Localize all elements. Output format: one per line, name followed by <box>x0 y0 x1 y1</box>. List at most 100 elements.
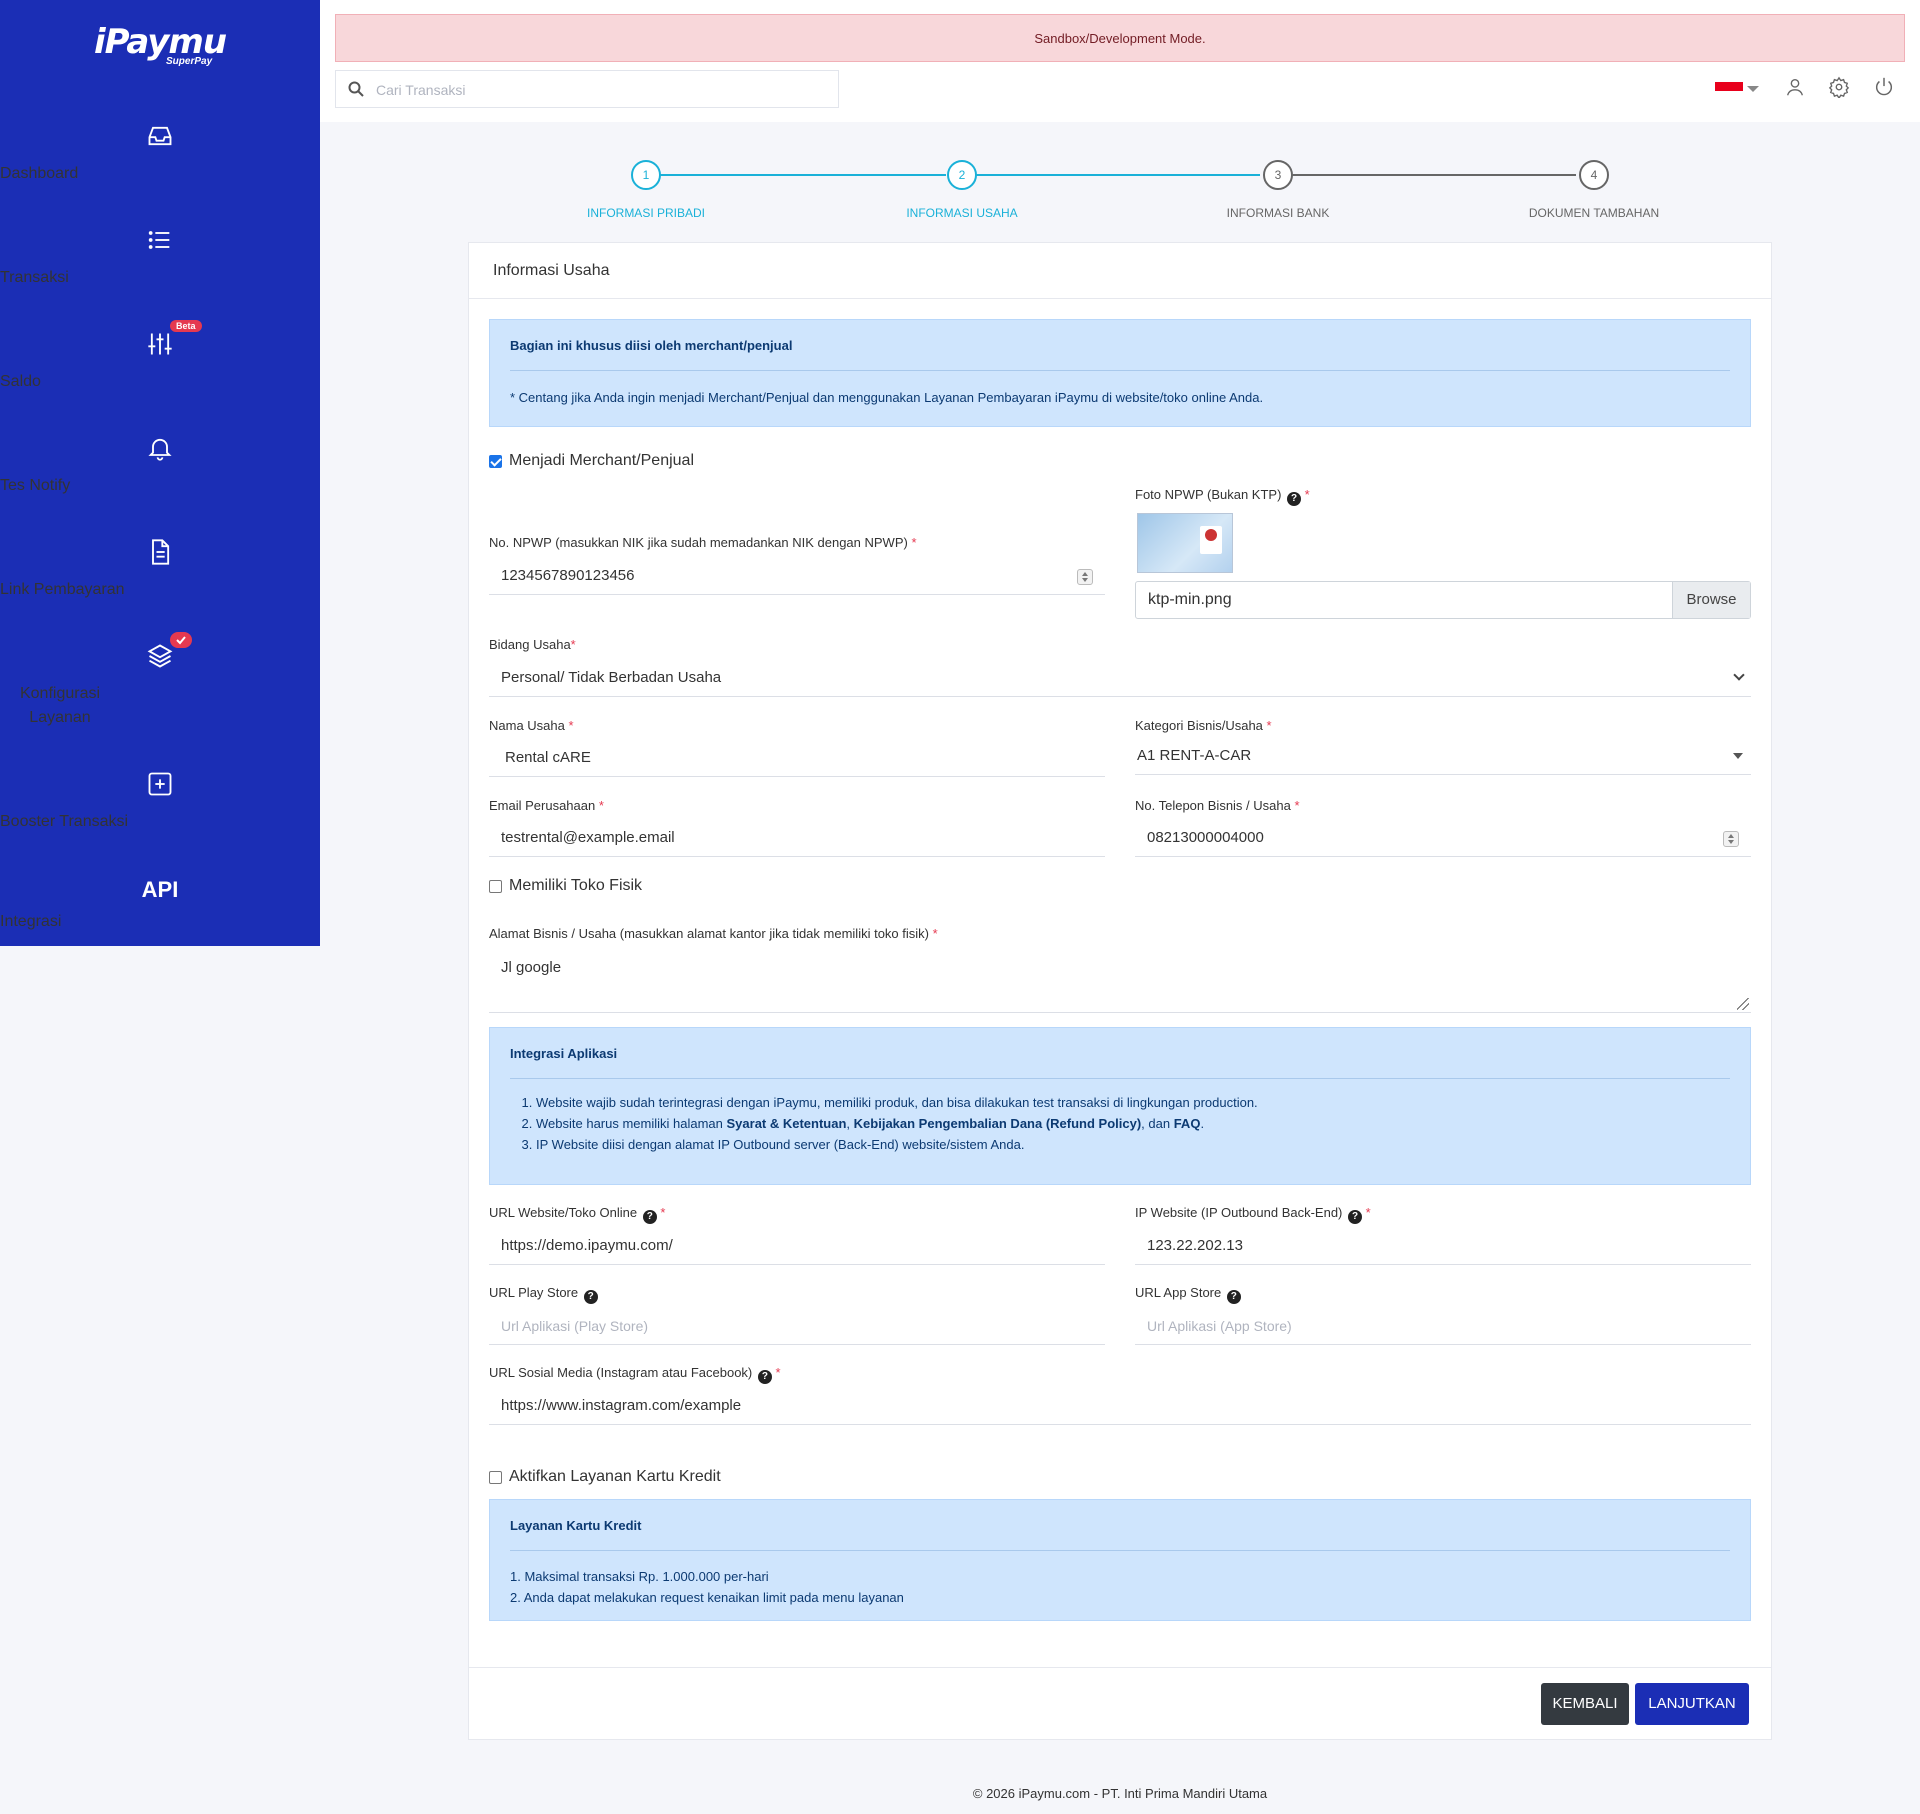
merchant-checkbox-label[interactable]: Menjadi Merchant/Penjual <box>509 452 694 470</box>
back-button[interactable]: KEMBALI <box>1541 1683 1629 1725</box>
sidebar-item-label: Tes Notify <box>0 477 71 494</box>
url-website-input[interactable]: https://demo.ipaymu.com/ <box>489 1227 1105 1265</box>
url-play-label-text: URL Play Store <box>489 1285 579 1300</box>
url-app-label-text: URL App Store <box>1135 1285 1222 1300</box>
alamat-value: Jl google <box>501 959 562 976</box>
foto-npwp-label-text: Foto NPWP (Bukan KTP) <box>1135 487 1282 502</box>
power-icon[interactable] <box>1873 76 1895 98</box>
kategori-value: A1 RENT-A-CAR <box>1137 747 1252 764</box>
list-item: Website wajib sudah terintegrasi dengan … <box>536 1092 1258 1113</box>
required-marker: * <box>660 1205 666 1220</box>
toko-fisik-checkbox[interactable] <box>489 880 502 893</box>
nama-usaha-label: Nama Usaha * <box>489 718 574 733</box>
foto-npwp-label: Foto NPWP (Bukan KTP) ? * <box>1135 487 1310 506</box>
sidebar-item-tes-notify[interactable]: Tes Notify <box>0 434 320 494</box>
toko-fisik-label[interactable]: Memiliki Toko Fisik <box>509 877 642 895</box>
url-play-label: URL Play Store ? <box>489 1285 598 1304</box>
search-box[interactable] <box>335 70 839 108</box>
url-sosmed-label: URL Sosial Media (Instagram atau Faceboo… <box>489 1365 781 1384</box>
bell-icon <box>148 438 172 461</box>
list-text: , dan <box>1141 1116 1174 1131</box>
language-dropdown-caret-icon[interactable] <box>1747 86 1759 92</box>
help-icon[interactable]: ? <box>1287 492 1302 506</box>
ip-website-value: 123.22.202.13 <box>1147 1237 1243 1254</box>
required-marker: * <box>1304 487 1310 502</box>
search-input[interactable] <box>376 79 816 101</box>
email-input[interactable]: testrental@example.email <box>489 819 1105 857</box>
terms-text: Syarat & Ketentuan <box>726 1116 847 1131</box>
email-label-text: Email Perusahaan <box>489 798 596 813</box>
number-spinner-icon[interactable] <box>1077 569 1093 585</box>
brand-logo[interactable]: iPaymu SuperPay <box>0 22 320 67</box>
npwp-label-text: No. NPWP (masukkan NIK jika sudah memada… <box>489 535 908 550</box>
help-icon[interactable]: ? <box>642 1210 657 1224</box>
alamat-label: Alamat Bisnis / Usaha (masukkan alamat k… <box>489 926 938 941</box>
sidebar-item-dashboard[interactable]: Dashboard <box>0 122 320 182</box>
sidebar-item-link-pembayaran[interactable]: Link Pembayaran <box>0 538 320 598</box>
kartu-kredit-label[interactable]: Aktifkan Layanan Kartu Kredit <box>509 1468 721 1486</box>
sidebar-item-label: Saldo <box>0 373 41 390</box>
photo-frame <box>1200 526 1222 554</box>
step-3: 3 INFORMASI BANK <box>1178 160 1378 220</box>
alamat-label-text: Alamat Bisnis / Usaha (masukkan alamat k… <box>489 926 929 941</box>
kategori-select[interactable]: A1 RENT-A-CAR <box>1135 737 1751 775</box>
sidebar-item-saldo[interactable]: Beta Saldo <box>0 320 320 390</box>
sidebar: iPaymu SuperPay Dashboard Transaksi Beta… <box>0 0 320 946</box>
sidebar-item-label: Booster Transaksi <box>0 813 129 830</box>
alert-title: Integrasi Aplikasi <box>510 1046 618 1061</box>
caret-down-icon <box>1733 753 1743 759</box>
npwp-input[interactable]: 1234567890123456 <box>489 557 1105 595</box>
beta-badge: Beta <box>170 320 202 332</box>
browse-button[interactable]: Browse <box>1672 582 1750 618</box>
next-button[interactable]: LANJUTKAN <box>1635 1683 1749 1725</box>
sidebar-item-label: Link Pembayaran <box>0 581 125 598</box>
step-label: INFORMASI PRIBADI <box>586 206 705 220</box>
card-title: Informasi Usaha <box>469 243 1771 299</box>
alert-divider <box>510 370 1730 371</box>
kredit-info-alert: Layanan Kartu Kredit 1. Maksimal transak… <box>489 1499 1751 1621</box>
sidebar-item-konfigurasi-layanan[interactable]: Konfigurasi Layanan <box>0 632 320 726</box>
ip-website-input[interactable]: 123.22.202.13 <box>1135 1227 1751 1265</box>
telepon-input[interactable]: 08213000004000 <box>1135 819 1751 857</box>
url-sosmed-input[interactable]: https://www.instagram.com/example <box>489 1387 1751 1425</box>
page-footer: © 2026 iPaymu.com - PT. Inti Prima Mandi… <box>972 1786 1268 1801</box>
help-icon[interactable]: ? <box>583 1290 598 1304</box>
gear-icon[interactable] <box>1828 76 1850 98</box>
number-spinner-icon[interactable] <box>1723 831 1739 847</box>
kartu-kredit-checkbox[interactable] <box>489 1471 502 1484</box>
sidebar-item-integrasi[interactable]: API Integrasi <box>0 876 320 930</box>
chevron-down-icon <box>1733 669 1745 681</box>
list-text: , <box>846 1116 854 1131</box>
kredit-list: 1. Maksimal transaksi Rp. 1.000.000 per-… <box>510 1566 904 1608</box>
url-app-placeholder: Url Aplikasi (App Store) <box>1147 1318 1292 1334</box>
alert-title: Bagian ini khusus diisi oleh merchant/pe… <box>510 338 793 353</box>
sidebar-item-booster-transaksi[interactable]: Booster Transaksi <box>0 770 320 830</box>
nama-usaha-input[interactable]: Rental cARE <box>489 739 1105 777</box>
required-marker: * <box>568 718 574 733</box>
alamat-textarea[interactable]: Jl google <box>489 947 1751 1013</box>
alert-divider <box>510 1550 1730 1551</box>
kategori-label-text: Kategori Bisnis/Usaha <box>1135 718 1263 733</box>
help-icon[interactable]: ? <box>1348 1210 1363 1224</box>
merchant-checkbox[interactable] <box>489 455 502 468</box>
stepper: 1 INFORMASI PRIBADI 2 INFORMASI USAHA 3 … <box>587 160 1660 220</box>
sidebar-item-transaksi[interactable]: Transaksi <box>0 226 320 286</box>
help-icon[interactable]: ? <box>757 1370 772 1384</box>
sandbox-alert: Sandbox/Development Mode. <box>335 14 1905 62</box>
step-2: 2 INFORMASI USAHA <box>862 160 1062 220</box>
ip-website-label: IP Website (IP Outbound Back-End) ? * <box>1135 1205 1371 1224</box>
language-flag-icon[interactable] <box>1715 82 1743 100</box>
url-app-input[interactable]: Url Aplikasi (App Store) <box>1135 1307 1751 1345</box>
url-website-label: URL Website/Toko Online ? * <box>489 1205 665 1224</box>
user-icon[interactable] <box>1784 76 1806 98</box>
resize-handle-icon[interactable] <box>1737 998 1749 1010</box>
alert-divider <box>510 1078 1730 1079</box>
bidang-usaha-select[interactable]: Personal/ Tidak Berbadan Usaha <box>489 659 1751 697</box>
help-icon[interactable]: ? <box>1226 1290 1241 1304</box>
sidebar-item-label: Integrasi <box>0 913 62 930</box>
file-name: ktp-min.png <box>1148 591 1232 608</box>
list-item: IP Website diisi dengan alamat IP Outbou… <box>536 1134 1258 1155</box>
url-play-input[interactable]: Url Aplikasi (Play Store) <box>489 1307 1105 1345</box>
npwp-file-input[interactable]: ktp-min.png Browse <box>1135 581 1751 619</box>
url-sosmed-value: https://www.instagram.com/example <box>501 1397 742 1414</box>
